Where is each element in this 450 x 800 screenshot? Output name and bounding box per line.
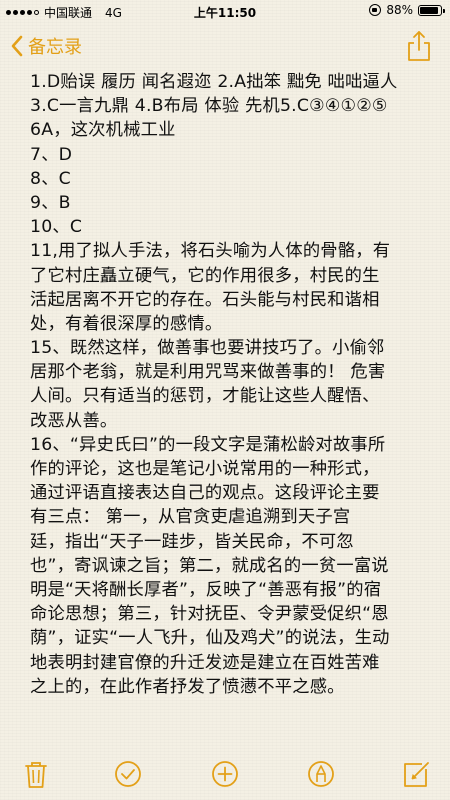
share-button[interactable] bbox=[406, 30, 432, 62]
note-line: 有三点： 第一，从官贪吏虐追溯到天子宫 bbox=[30, 507, 351, 528]
battery-percent: 88% bbox=[386, 3, 413, 17]
markup-pen-icon bbox=[308, 761, 334, 787]
bottom-toolbar bbox=[0, 752, 450, 800]
note-line: 11,用了拟人手法，将石头喻为人体的骨骼，有 bbox=[30, 241, 391, 262]
markup-button[interactable] bbox=[305, 758, 337, 790]
note-line: 了它村庄矗立硬气，它的作用很多，村民的生 bbox=[30, 265, 380, 286]
checklist-button[interactable] bbox=[112, 758, 144, 790]
note-line: 处，有着很深厚的感情。 bbox=[30, 313, 223, 334]
delete-button[interactable] bbox=[20, 758, 52, 790]
add-button[interactable] bbox=[209, 758, 241, 790]
note-line: 荫”，证实“一人飞升，仙及鸡犬”的说法，生动 bbox=[30, 628, 390, 649]
note-line: 3.C一言九鼎 4.B布局 体验 先机5.C③④①②⑤ bbox=[30, 96, 388, 117]
note-line: 16、“异史氏曰”的一段文字是蒲松龄对故事所 bbox=[30, 434, 386, 455]
note-line: 也”，寄讽谏之旨；第二，就成名的一贫一富说 bbox=[30, 555, 389, 576]
compose-button[interactable] bbox=[400, 758, 432, 790]
note-line: 地表明封建官僚的升迁发迹是建立在百姓苦难 bbox=[30, 652, 380, 673]
rotation-lock-icon bbox=[369, 4, 382, 16]
note-line: 通过评语直接表达自己的观点。这段评论主要 bbox=[30, 483, 380, 504]
status-bar: 中国联通 4G 上午11:50 88% bbox=[0, 0, 450, 22]
nav-bar: 备忘录 bbox=[0, 24, 450, 68]
battery-fill bbox=[420, 6, 438, 14]
chevron-left-icon bbox=[11, 35, 23, 57]
note-line: 活起居离不开它的存在。石头能与村民和谐相 bbox=[30, 289, 380, 310]
battery-icon bbox=[418, 4, 445, 16]
back-label: 备忘录 bbox=[28, 37, 82, 58]
note-line: 明是“天将酬长厚者”，反映了“善恶有报”的宿 bbox=[30, 579, 382, 600]
note-line: 之上的，在此作者抒发了愤懑不平之感。 bbox=[30, 676, 345, 697]
note-line: 改恶从善。 bbox=[30, 410, 118, 431]
status-right: 88% bbox=[369, 3, 445, 17]
note-line: 7、D bbox=[30, 144, 73, 165]
note-line: 8、C bbox=[30, 168, 71, 189]
note-line: 9、B bbox=[30, 192, 71, 213]
note-line: 命论思想；第三，针对抚臣、令尹蒙受促织“恩 bbox=[30, 604, 389, 625]
share-icon bbox=[408, 31, 430, 61]
note-line: 6A，这次机械工业 bbox=[30, 120, 176, 141]
note-line: 作的评论，这也是笔记小说常用的一种形式， bbox=[30, 459, 380, 479]
checklist-icon bbox=[115, 761, 141, 787]
note-line: 居那个老翁，就是利用咒骂来做善事的！ 危害 bbox=[30, 362, 386, 383]
note-line: 10、C bbox=[30, 217, 83, 238]
add-icon bbox=[212, 761, 238, 787]
note-line: 人间。只有适当的惩罚，才能让这些人醒悟、 bbox=[30, 386, 380, 407]
note-line: 1.D贻误 履历 闻名遐迩 2.A拙笨 黜免 咄咄逼人 bbox=[30, 72, 398, 92]
trash-icon bbox=[25, 762, 47, 788]
compose-icon bbox=[404, 762, 429, 787]
note-line: 15、既然这样，做善事也要讲技巧了。小偷邻 bbox=[30, 338, 385, 359]
note-body[interactable]: 1.D贻误 履历 闻名遐迩 2.A拙笨 黜免 咄咄逼人 3.C一言九鼎 4.B布局… bbox=[30, 70, 442, 699]
note-line: 廷，指出“天子一跬步，皆关民命，不可忽 bbox=[30, 531, 354, 552]
back-button[interactable]: 备忘录 bbox=[10, 33, 82, 59]
